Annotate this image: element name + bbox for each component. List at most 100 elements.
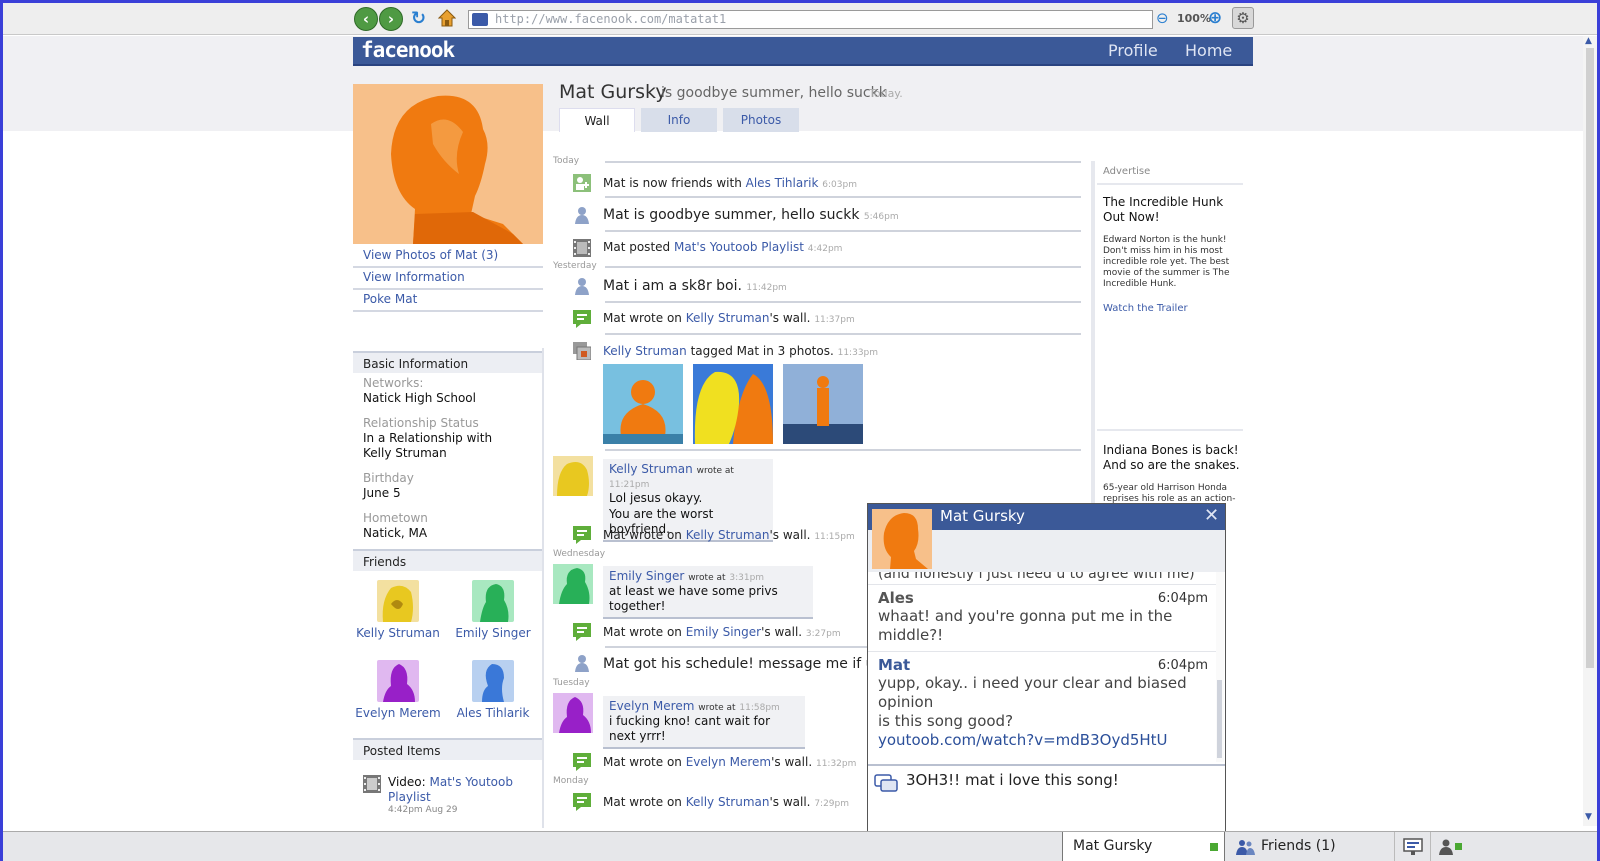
ad-title[interactable]: Indiana Bones is back! And so are the sn… xyxy=(1103,443,1243,473)
view-information-link[interactable]: View Information xyxy=(363,270,465,284)
gear-icon[interactable]: ⚙ xyxy=(1232,7,1254,29)
feed-link[interactable]: Kelly Struman xyxy=(686,528,770,542)
day-label-monday: Monday xyxy=(553,776,589,786)
feed-text: Mat got his schedule! message me if u go xyxy=(603,656,897,672)
tagged-photo-2[interactable] xyxy=(693,364,773,444)
online-status-icon xyxy=(1210,843,1218,851)
notifications-button[interactable] xyxy=(1395,832,1431,861)
view-photos-link[interactable]: View Photos of Mat (3) xyxy=(363,248,498,262)
back-arrow-icon[interactable]: ‹ xyxy=(354,7,378,31)
chat-title: Mat Gursky xyxy=(940,507,1025,525)
wall-post-author[interactable]: Kelly Struman xyxy=(609,462,693,476)
ad-title[interactable]: The Incredible Hunk Out Now! xyxy=(1103,195,1243,225)
feed-time: 11:15pm xyxy=(814,532,855,542)
feed-item: Mat wrote on Kelly Struman's wall. 7:29p… xyxy=(603,795,849,809)
presence-button[interactable] xyxy=(1431,832,1471,861)
home-icon[interactable] xyxy=(438,9,456,27)
feed-item: Mat i am a sk8r boi. 11:42pm xyxy=(603,278,787,294)
feed-divider xyxy=(605,301,1081,303)
friend-emily[interactable]: Emily Singer xyxy=(448,580,538,640)
wall-post-author[interactable]: Emily Singer xyxy=(609,569,684,583)
feed-link[interactable]: Evelyn Merem xyxy=(686,755,771,769)
birthday-value: June 5 xyxy=(363,486,401,500)
photo-tag-icon xyxy=(573,342,591,360)
feed-link[interactable]: Kelly Struman xyxy=(603,344,687,358)
chat-scroll-thumb[interactable] xyxy=(1217,680,1222,758)
feed-time: 5:46pm xyxy=(863,212,899,222)
reload-icon[interactable]: ↻ xyxy=(411,8,426,29)
url-bar[interactable]: http://www.facenook.com/matatat1 xyxy=(468,10,1153,29)
friend-name[interactable]: Ales Tihlarik xyxy=(448,706,538,720)
feed-link[interactable]: Kelly Struman xyxy=(686,795,770,809)
friend-evelyn[interactable]: Evelyn Merem xyxy=(353,660,443,720)
close-icon[interactable]: ✕ xyxy=(1204,505,1219,526)
posted-item-prefix: Video: xyxy=(388,775,426,789)
friends-add-icon xyxy=(573,174,591,192)
ad-trailer-link[interactable]: Watch the Trailer xyxy=(1103,303,1188,314)
scroll-down-icon[interactable]: ▼ xyxy=(1585,812,1592,822)
feed-item: Kelly Struman tagged Mat in 3 photos. 11… xyxy=(603,344,878,358)
feed-text: 's wall. xyxy=(769,311,811,325)
chat-time: 6:04pm xyxy=(1157,658,1208,673)
relationship-partner-link[interactable]: Kelly Struman xyxy=(363,446,447,460)
site-logo[interactable]: facenook xyxy=(361,38,455,62)
feed-item: Mat is goodbye summer, hello suckk 5:46p… xyxy=(603,207,899,223)
feed-link[interactable]: Mat's Youtoob Playlist xyxy=(674,240,804,254)
poke-link[interactable]: Poke Mat xyxy=(363,292,417,306)
page-scrollbar[interactable]: ▲ ▼ xyxy=(1583,36,1597,826)
friends-online-button[interactable]: Friends (1) xyxy=(1227,832,1395,861)
tab-info[interactable]: Info xyxy=(641,108,717,132)
person-icon xyxy=(575,278,589,295)
friend-name[interactable]: Evelyn Merem xyxy=(353,706,443,720)
tagged-photo-1[interactable] xyxy=(603,364,683,444)
nav-home-link[interactable]: Home xyxy=(1185,41,1232,60)
wall-post-line: Lol jesus okayy. xyxy=(609,491,703,505)
wall-avatar-evelyn[interactable] xyxy=(553,693,593,733)
friend-ales[interactable]: Ales Tihlarik xyxy=(448,660,538,720)
feed-item: Mat posted Mat's Youtoob Playlist 4:42pm xyxy=(603,240,842,254)
chat-link[interactable]: youtoob.com/watch?v=mdB3Oyd5HtU xyxy=(878,731,1206,750)
advertise-label[interactable]: Advertise xyxy=(1103,166,1150,177)
chat-tab-label: Mat Gursky xyxy=(1073,838,1153,854)
wall-avatar-kelly[interactable] xyxy=(553,456,593,496)
relationship-label: Relationship Status xyxy=(363,416,479,430)
feed-item: Mat wrote on Evelyn Merem's wall. 11:32p… xyxy=(603,755,856,769)
feed-text: tagged Mat in 3 photos. xyxy=(686,344,834,358)
feed-link[interactable]: Emily Singer xyxy=(686,625,761,639)
feed-divider xyxy=(605,266,1081,268)
chat-line: is this song good? xyxy=(878,712,1014,730)
feed-text: 's wall. xyxy=(771,755,813,769)
friend-kelly[interactable]: Kelly Struman xyxy=(353,580,443,640)
tagged-photo-3[interactable] xyxy=(783,364,863,444)
tab-wall[interactable]: Wall xyxy=(559,108,635,132)
friend-name[interactable]: Kelly Struman xyxy=(353,626,443,640)
nav-profile-link[interactable]: Profile xyxy=(1108,41,1158,60)
ad-body: 65-year old Harrison Honda reprises his … xyxy=(1103,483,1236,504)
forward-arrow-icon[interactable]: › xyxy=(379,7,403,31)
feed-text: Mat is goodbye summer, hello suckk xyxy=(603,207,860,223)
chat-input-area[interactable]: 3OH3!! mat i love this song! xyxy=(868,764,1225,832)
profile-picture[interactable] xyxy=(353,84,543,244)
zoom-in-icon[interactable]: ⊕ xyxy=(1208,8,1222,28)
chat-messages[interactable]: (and honestly i just need u to agree wit… xyxy=(868,572,1225,762)
zoom-out-icon[interactable]: ⊖ xyxy=(1156,9,1169,27)
scroll-up-icon[interactable]: ▲ xyxy=(1585,36,1592,46)
feed-divider xyxy=(605,333,1081,335)
chat-tab[interactable]: Mat Gursky xyxy=(1062,832,1225,861)
feed-time: 11:37pm xyxy=(814,315,855,325)
zoom-level: 100% xyxy=(1177,12,1211,25)
feed-item: Mat is now friends with Ales Tihlarik 6:… xyxy=(603,176,857,190)
ad-body: Edward Norton is the hunk! Don't miss hi… xyxy=(1103,235,1230,289)
feed-link[interactable]: Ales Tihlarik xyxy=(746,176,819,190)
feed-time: 11:32pm xyxy=(815,759,857,769)
chat-scrollbar[interactable] xyxy=(1216,572,1224,762)
wall-avatar-emily[interactable] xyxy=(553,564,593,604)
day-label-tuesday: Tuesday xyxy=(553,678,590,688)
friend-name[interactable]: Emily Singer xyxy=(448,626,538,640)
feed-link[interactable]: Kelly Struman xyxy=(686,311,770,325)
feed-time: 11:42pm xyxy=(746,283,787,293)
tab-photos[interactable]: Photos xyxy=(723,108,799,132)
scroll-thumb[interactable] xyxy=(1586,48,1594,668)
wall-post-author[interactable]: Evelyn Merem xyxy=(609,699,694,713)
chat-input-field[interactable]: 3OH3!! mat i love this song! xyxy=(906,771,1119,789)
